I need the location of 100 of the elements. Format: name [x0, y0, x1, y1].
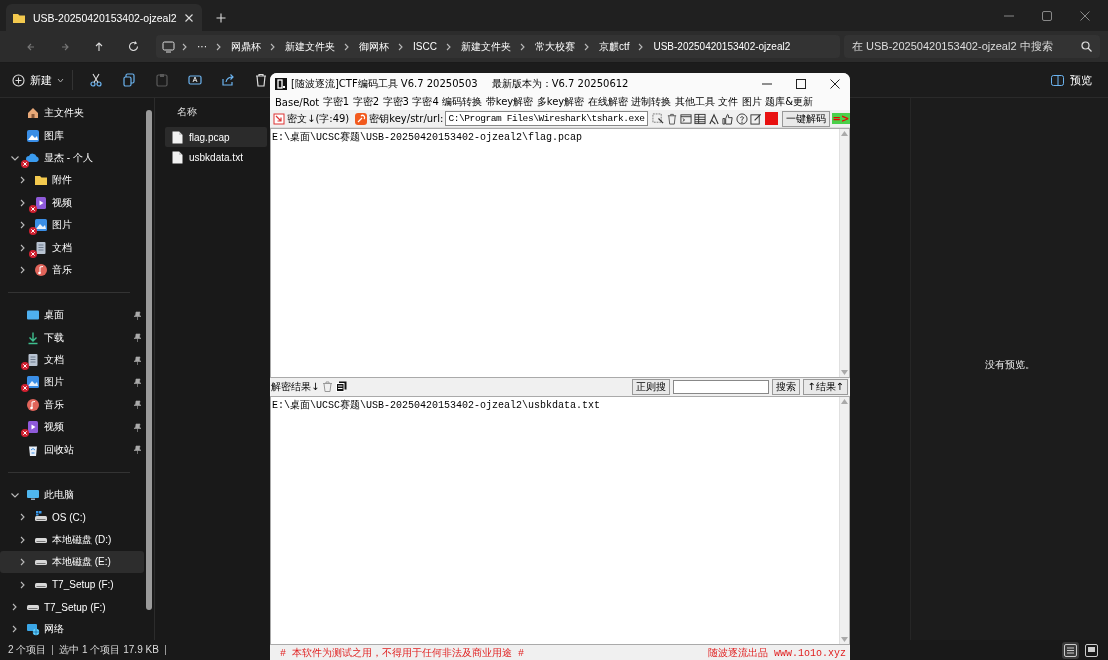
file-item[interactable]: usbkdata.txt	[165, 147, 267, 167]
preview-pane-icon	[1051, 74, 1064, 86]
nav-item[interactable]: 网络	[0, 618, 144, 641]
menu-item[interactable]: 字密3	[382, 95, 409, 109]
nav-item[interactable]: 文档	[0, 236, 144, 259]
forward-icon[interactable]	[60, 41, 70, 52]
picture-icon	[34, 218, 48, 233]
delete-icon[interactable]	[253, 73, 268, 87]
column-header[interactable]: 名称	[165, 101, 209, 127]
new-button[interactable]: 新建	[8, 68, 68, 92]
more-button[interactable]: ···	[195, 41, 209, 52]
copy-icon[interactable]	[336, 381, 348, 392]
edit-icon[interactable]	[749, 112, 762, 125]
select-icon[interactable]	[651, 112, 664, 125]
nav-item[interactable]: 下载	[0, 326, 144, 349]
scrollbar[interactable]	[146, 110, 152, 610]
breadcrumb[interactable]: USB-20250420153402-ojzeal2	[651, 41, 793, 52]
file-item[interactable]: flag.pcap	[165, 127, 267, 147]
details-view-icon	[1064, 643, 1077, 657]
address-bar[interactable]: ··· 网鼎杯 新建文件夹 御网杯 ISCC 新建文件夹 常大校赛 京麒ctf USB-20250420153402-ojzeal2	[156, 35, 840, 58]
breadcrumb[interactable]: 新建文件夹	[283, 39, 337, 54]
new-tab-icon[interactable]	[215, 13, 226, 23]
menu-item[interactable]: 文件	[718, 95, 739, 109]
music-icon	[34, 262, 48, 277]
menu-item[interactable]: 在线解密	[587, 95, 628, 109]
latest-version-text: 最新版本为：V6.7 20250612	[491, 76, 629, 91]
menu-item[interactable]: Base/Rot	[275, 96, 320, 108]
menu-item[interactable]: 字密1	[322, 95, 350, 109]
search-button[interactable]: 搜索	[772, 378, 801, 395]
menu-item[interactable]: 字密2	[352, 95, 379, 109]
menu-item[interactable]: 多key解密	[536, 95, 585, 109]
menu-item[interactable]: 编码转换	[442, 95, 483, 109]
key-label: 密钥key/str/url:	[369, 111, 444, 126]
share-icon[interactable]	[220, 73, 235, 87]
breadcrumb[interactable]: 常大校赛	[532, 39, 577, 54]
caret-icon	[57, 76, 64, 84]
nav-item[interactable]: 文档	[0, 348, 144, 372]
nav-item[interactable]: 音乐	[0, 258, 144, 282]
menu-item[interactable]: 图片	[741, 95, 762, 109]
file-icon	[172, 150, 183, 164]
nav-item[interactable]: 本地磁盘 (D:)	[0, 528, 144, 552]
import-icon[interactable]	[273, 112, 285, 125]
close-icon[interactable]	[830, 78, 840, 89]
trash-icon[interactable]	[665, 112, 678, 125]
picture-icon	[26, 375, 40, 390]
download-icon	[26, 330, 40, 345]
computer-icon	[162, 40, 175, 53]
search-field[interactable]	[673, 379, 770, 394]
nav-item[interactable]: 显杰 - 个人	[0, 146, 144, 170]
window-title: [随波逐流]CTF编码工具 V6.7 20250503	[291, 76, 478, 91]
breadcrumb[interactable]: ISCC	[411, 41, 439, 52]
nav-item[interactable]: 本地磁盘 (E:)	[0, 551, 144, 574]
nav-item[interactable]: 视频	[0, 416, 144, 439]
decode-button[interactable]: 一键解码	[781, 110, 830, 127]
nav-item[interactable]: 图片	[0, 213, 144, 237]
nav-item[interactable]: 视频	[0, 191, 144, 214]
up-icon[interactable]	[94, 41, 104, 52]
rename-icon[interactable]	[187, 73, 202, 87]
key-icon[interactable]	[355, 112, 368, 125]
key-field[interactable]: C:\Program Files\Wireshark\tshark.exe	[445, 111, 648, 126]
tab[interactable]: USB-20250420153402-ojzeal2	[6, 4, 202, 31]
help-icon[interactable]	[735, 112, 748, 125]
regex-search-button[interactable]: 正则搜	[632, 378, 671, 395]
search-field[interactable]: 在 USB-20250420153402-ojzeal2 中搜索	[844, 35, 1100, 58]
copy-icon[interactable]	[121, 73, 136, 87]
maximize-icon[interactable]	[796, 78, 806, 89]
breadcrumb[interactable]: 网鼎杯	[229, 39, 263, 54]
breadcrumb[interactable]: 新建文件夹	[458, 39, 513, 54]
thumbs-up-icon[interactable]	[721, 112, 734, 125]
nav-item[interactable]: 音乐	[0, 393, 144, 417]
view-mode-button[interactable]	[1062, 641, 1079, 659]
menu-item[interactable]: 题库&更新	[765, 95, 814, 109]
back-icon[interactable]	[26, 41, 36, 52]
tiles-view-icon	[1085, 643, 1098, 657]
nav-item[interactable]: 图片	[0, 371, 144, 394]
breadcrumb[interactable]: 京麒ctf	[596, 39, 632, 54]
nav-item[interactable]: 桌面	[0, 304, 144, 327]
color-button[interactable]	[764, 112, 778, 125]
table-icon[interactable]	[693, 112, 706, 125]
menu-item[interactable]: 带key解密	[485, 95, 534, 109]
nav-item[interactable]: 此电脑	[0, 483, 144, 507]
cut-icon[interactable]	[88, 73, 103, 87]
lambda-icon[interactable]	[707, 112, 720, 125]
console-icon[interactable]	[679, 112, 692, 125]
view-mode-button[interactable]	[1083, 641, 1100, 659]
nav-item[interactable]: 附件	[0, 169, 144, 192]
nav-item[interactable]: 回收站	[0, 438, 144, 461]
desktop-icon	[26, 308, 40, 323]
menu-item[interactable]: 其他工具	[674, 95, 715, 109]
preview-button[interactable]: 预览	[1051, 72, 1092, 88]
menu-item[interactable]: 进制转换	[631, 95, 672, 109]
refresh-icon[interactable]	[127, 41, 139, 52]
nav-item[interactable]: 主文件夹	[0, 102, 144, 125]
result-nav-button[interactable]: ↑结果↑	[803, 378, 848, 395]
nav-item[interactable]: 图库	[0, 124, 144, 147]
breadcrumb[interactable]: 御网杯	[357, 39, 391, 54]
menu-item[interactable]: 字密4	[412, 95, 439, 109]
nav-item[interactable]: T7_Setup (F:)	[0, 573, 144, 596]
nav-item[interactable]: T7_Setup (F:)	[0, 595, 144, 619]
nav-item[interactable]: OS (C:)	[0, 506, 144, 529]
